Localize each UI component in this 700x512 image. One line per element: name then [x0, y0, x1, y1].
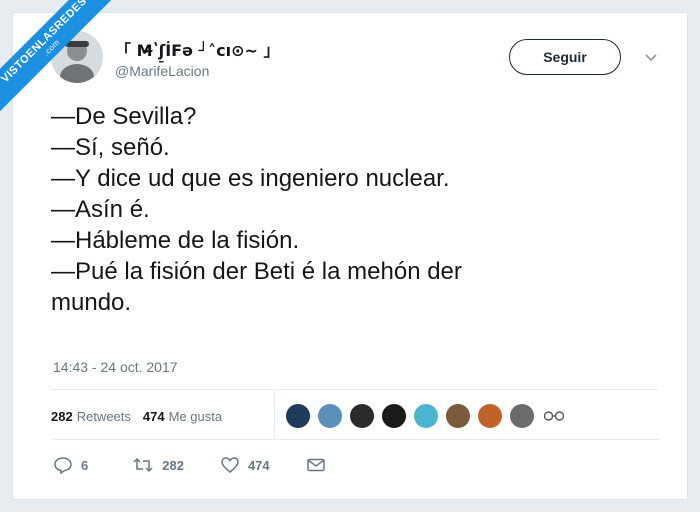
tweet-line: —Y dice ud que es ingeniero nuclear.	[51, 165, 450, 192]
tweet-text: —De Sevilla? —Sí, señó. —Y dice ud que e…	[51, 101, 651, 318]
tweet-line: —Pué la fisión der Beti é la mehón der	[51, 258, 462, 285]
retweet-button[interactable]: 282	[132, 455, 184, 475]
direct-message-button[interactable]	[306, 455, 326, 475]
tweet-actions: 6 282 474	[53, 455, 326, 475]
tweet-line: —Hábleme de la fisión.	[51, 227, 300, 254]
retweets-label[interactable]: Retweets	[77, 409, 131, 424]
retweets-count[interactable]: 282	[51, 409, 73, 424]
glasses-icon	[543, 411, 565, 421]
chevron-down-icon[interactable]	[643, 49, 659, 65]
liker-avatar[interactable]	[509, 403, 535, 429]
liker-avatar[interactable]	[285, 403, 311, 429]
like-count: 474	[247, 457, 270, 473]
like-button[interactable]: 474	[220, 455, 270, 475]
tweet-line: —De Sevilla?	[51, 103, 197, 130]
tweet-line: —Asín é.	[51, 196, 150, 223]
engagement-stats: 282 Retweets 474 Me gusta	[51, 403, 222, 429]
follow-button[interactable]: Seguir	[509, 39, 621, 75]
watermark-text: VISTOENLASREDES	[0, 0, 90, 86]
tweet-line: mundo.	[51, 289, 132, 316]
liker-avatar[interactable]	[381, 403, 407, 429]
reply-count: 6	[81, 457, 89, 473]
liker-avatar[interactable]	[317, 403, 343, 429]
liker-avatar[interactable]	[445, 403, 471, 429]
watermark-ribbon: VISTOENLASREDES .com	[0, 0, 140, 140]
likes-count[interactable]: 474	[143, 409, 165, 424]
divider	[51, 389, 659, 390]
liker-avatar[interactable]	[477, 403, 503, 429]
envelope-icon	[306, 458, 325, 472]
likes-label[interactable]: Me gusta	[169, 409, 222, 424]
liker-avatar[interactable]	[413, 403, 439, 429]
tweet-timestamp[interactable]: 14:43 - 24 oct. 2017	[53, 359, 178, 375]
reply-icon	[54, 457, 72, 475]
heart-icon	[221, 457, 239, 473]
tweet-line: —Sí, señó.	[51, 134, 170, 161]
retweet-count: 282	[162, 457, 184, 473]
liker-avatar[interactable]	[349, 403, 375, 429]
stats-separator	[274, 390, 275, 440]
retweet-icon	[133, 457, 153, 473]
reply-button[interactable]: 6	[53, 455, 88, 475]
divider	[51, 439, 659, 440]
liker-avatars	[285, 402, 565, 430]
